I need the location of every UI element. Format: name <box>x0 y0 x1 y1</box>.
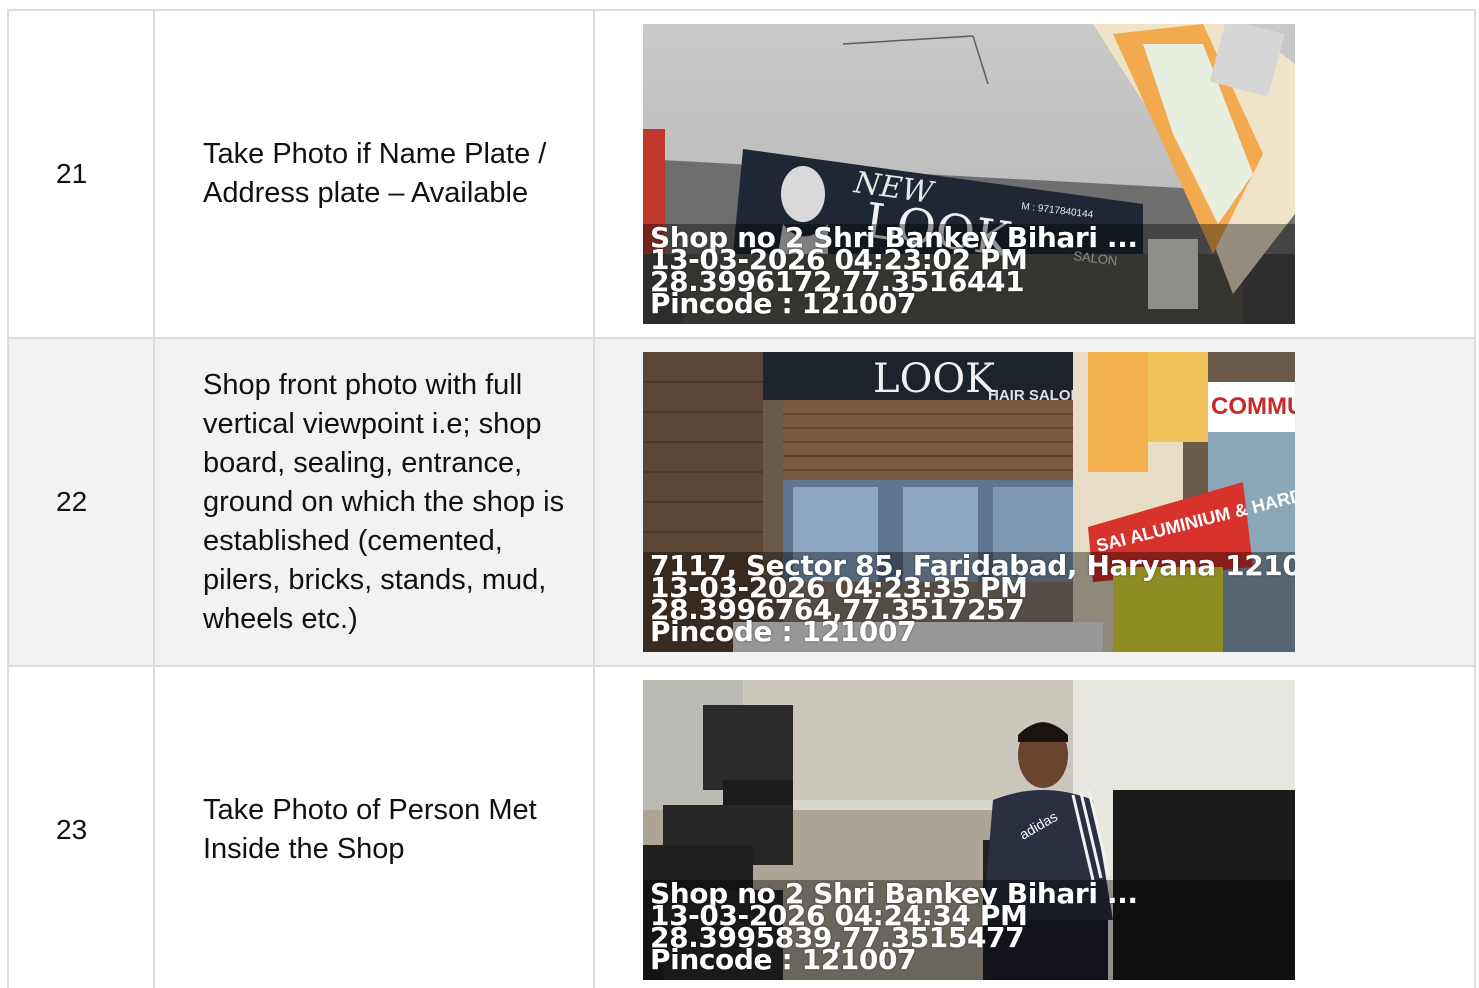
row-number: 23 <box>7 665 155 988</box>
geo-stamp: Shop no 2 Shri Bankey Bihari ... 13-03-2… <box>650 224 1138 320</box>
sign-name: LOOK <box>873 356 996 402</box>
side-sign: COMMUNIC <box>1211 393 1295 420</box>
table-row: 21 Take Photo if Name Plate / Address pl… <box>7 9 1476 339</box>
row-description: Take Photo of Person Met Inside the Shop <box>153 665 595 988</box>
photo-cell: LOOK HAIR SALON COMM SAI ALUMINIUM & HAR… <box>593 337 1476 667</box>
row-number: 21 <box>7 9 155 339</box>
row-number: 22 <box>7 337 155 667</box>
name-plate-photo[interactable]: NEW LOOK M : 9717840144 SALON Shop no 2 … <box>643 24 1295 324</box>
report-page: 21 Take Photo if Name Plate / Address pl… <box>0 0 1479 988</box>
person-met-photo[interactable]: adidas Shop no 2 Shri Bankey Bihari ... … <box>643 680 1295 980</box>
row-description: Shop front photo with full vertical view… <box>153 337 595 667</box>
shop-front-photo[interactable]: LOOK HAIR SALON COMM SAI ALUMINIUM & HAR… <box>643 352 1295 652</box>
photo-cell: NEW LOOK M : 9717840144 SALON Shop no 2 … <box>593 9 1476 339</box>
photo-cell: adidas Shop no 2 Shri Bankey Bihari ... … <box>593 665 1476 988</box>
table-row: 23 Take Photo of Person Met Inside the S… <box>7 665 1476 988</box>
stamp-pincode: Pincode : 121007 <box>650 287 917 320</box>
geo-stamp: 7117, Sector 85, Faridabad, Haryana 1210… <box>650 552 1295 646</box>
geo-stamp: Shop no 2 Shri Bankey Bihari ... 13-03-2… <box>650 880 1138 976</box>
inspection-table: 21 Take Photo if Name Plate / Address pl… <box>7 9 1476 988</box>
table-row: 22 Shop front photo with full vertical v… <box>7 337 1476 667</box>
row-description: Take Photo if Name Plate / Address plate… <box>153 9 595 339</box>
stamp-pincode: Pincode : 121007 <box>650 943 917 976</box>
